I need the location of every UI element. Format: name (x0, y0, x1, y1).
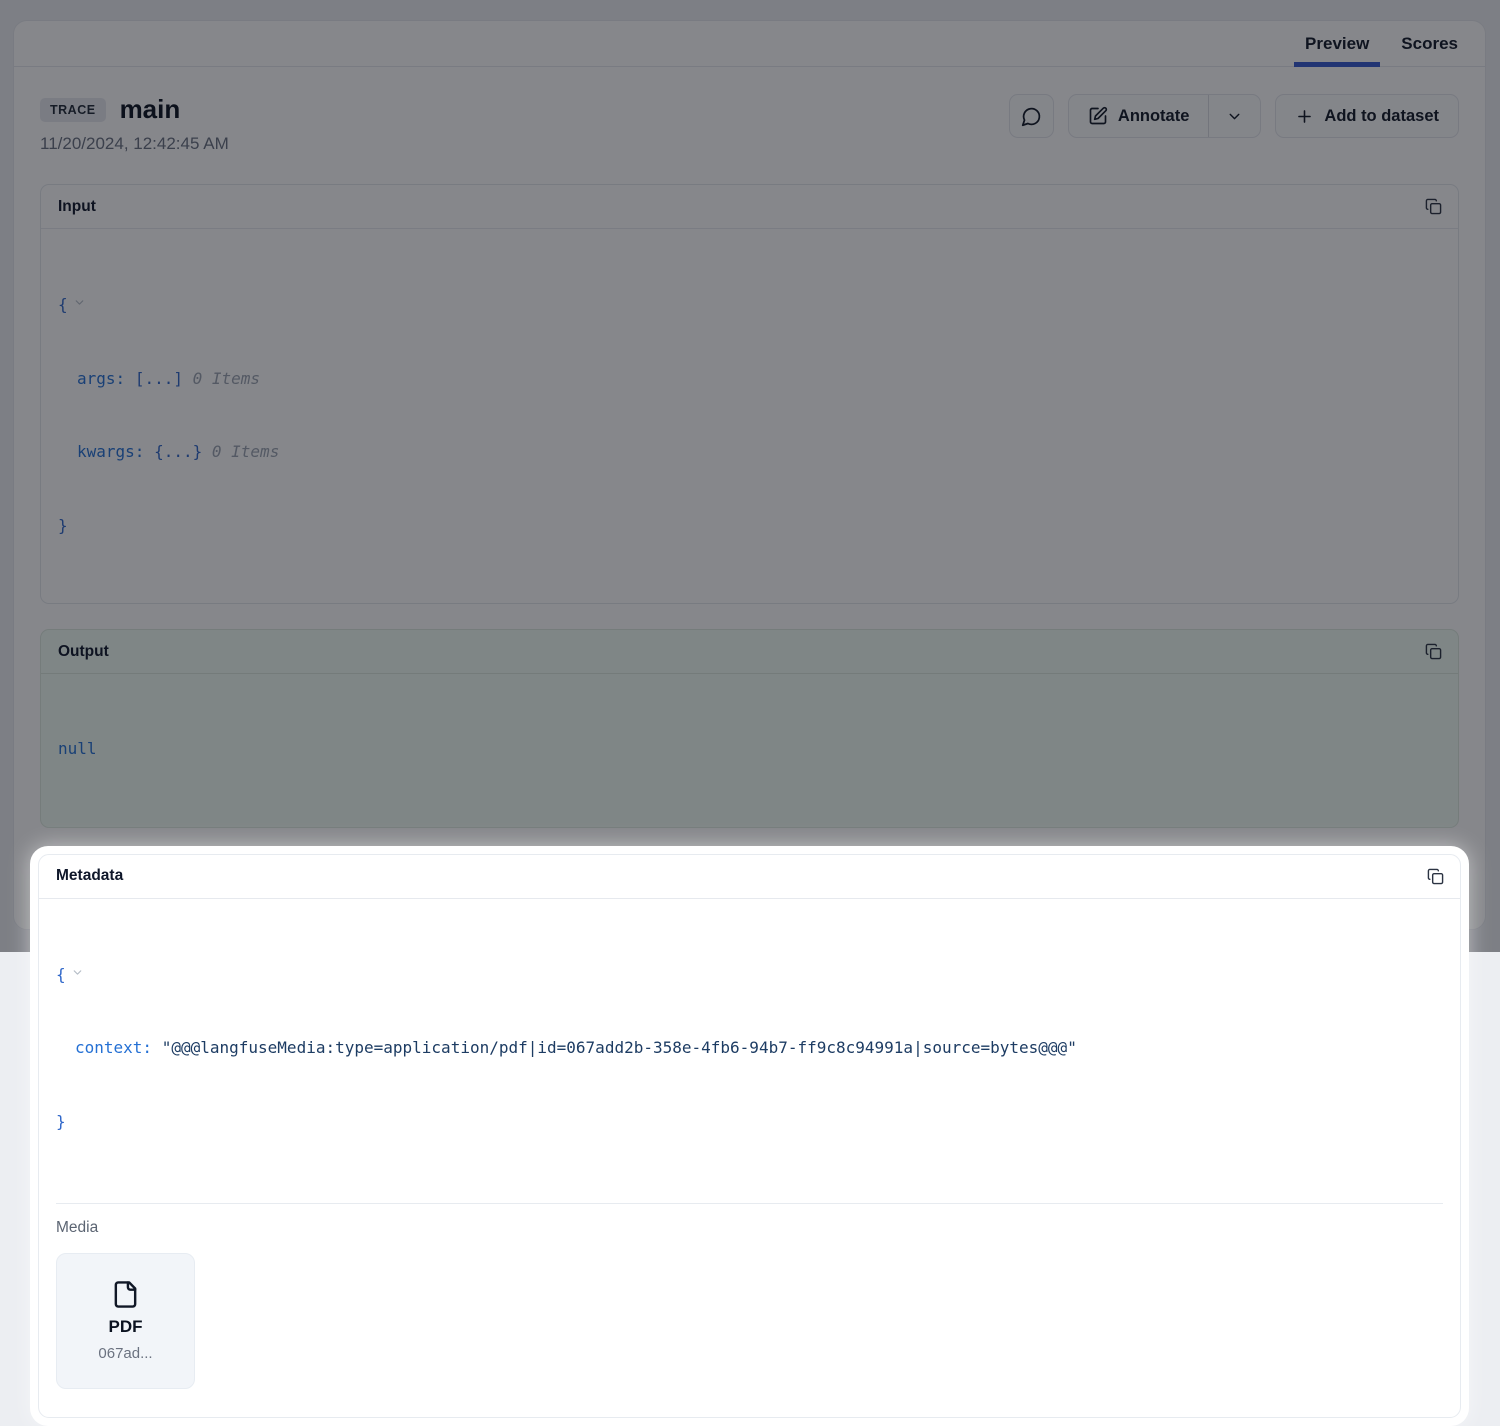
collapse-chevron-icon[interactable] (71, 964, 84, 983)
trace-actions: Annotate Add to dataset (1009, 94, 1459, 138)
output-null-value: null (58, 739, 97, 758)
annotate-dropdown-button[interactable] (1209, 95, 1260, 137)
input-header: Input (41, 185, 1458, 229)
copy-input-button[interactable] (1423, 196, 1444, 217)
output-json-viewer: null (41, 674, 1458, 827)
chevron-down-icon (1226, 108, 1243, 125)
tab-bar: Preview Scores (14, 21, 1485, 67)
copy-metadata-button[interactable] (1425, 866, 1446, 887)
input-json-viewer: { args: [...] 0 Items kwargs: {...} 0 It… (41, 229, 1458, 603)
tab-scores[interactable]: Scores (1390, 21, 1469, 66)
media-file-id: 067ad... (98, 1345, 152, 1362)
media-file-card[interactable]: PDF 067ad... (56, 1253, 195, 1389)
plus-icon (1295, 107, 1314, 126)
add-to-dataset-label: Add to dataset (1324, 107, 1439, 126)
metadata-spotlight: Metadata { context: "@@@langfuseMedia:ty… (30, 846, 1469, 1426)
json-line: } (56, 1110, 1443, 1135)
json-line: null (58, 737, 1441, 762)
tab-scores-label: Scores (1401, 34, 1458, 54)
trace-detail-panel: Preview Scores TRACE main 11/20/2024, 12… (13, 20, 1486, 930)
metadata-json-viewer: { context: "@@@langfuseMedia:type=applic… (39, 899, 1460, 1200)
metadata-title: Metadata (56, 867, 123, 885)
collapse-chevron-icon[interactable] (73, 294, 86, 313)
trace-type-badge: TRACE (40, 98, 106, 122)
json-line: args: [...] 0 Items (58, 367, 1441, 392)
copy-icon (1427, 868, 1444, 885)
media-file-type: PDF (109, 1317, 143, 1337)
metadata-context-value: "@@@langfuseMedia:type=application/pdf|i… (162, 1038, 1077, 1057)
trace-title: main (120, 94, 181, 125)
copy-icon (1425, 643, 1442, 660)
input-section: Input { args: [...] 0 Items kwargs: {...… (40, 184, 1459, 604)
json-line: kwargs: {...} 0 Items (58, 440, 1441, 465)
metadata-header: Metadata (39, 855, 1460, 899)
file-icon (111, 1280, 140, 1309)
trace-timestamp: 11/20/2024, 12:42:45 AM (40, 134, 229, 154)
media-label: Media (56, 1219, 1443, 1237)
annotate-label: Annotate (1118, 107, 1190, 126)
tab-preview[interactable]: Preview (1294, 21, 1380, 66)
output-section: Output null (40, 629, 1459, 828)
output-title: Output (58, 643, 109, 661)
json-line: { (58, 292, 1441, 318)
trace-header: TRACE main 11/20/2024, 12:42:45 AM Annot… (40, 94, 1459, 154)
add-to-dataset-button[interactable]: Add to dataset (1275, 94, 1459, 138)
comment-icon (1021, 106, 1042, 127)
annotate-button[interactable]: Annotate (1069, 95, 1209, 137)
json-line: } (58, 514, 1441, 539)
tab-preview-label: Preview (1305, 34, 1369, 54)
copy-icon (1425, 198, 1442, 215)
json-line: context: "@@@langfuseMedia:type=applicat… (56, 1036, 1443, 1061)
annotate-pen-icon (1088, 106, 1108, 126)
metadata-section: Metadata { context: "@@@langfuseMedia:ty… (38, 854, 1461, 1419)
annotate-split-button: Annotate (1068, 94, 1262, 138)
media-section: Media PDF 067ad... (56, 1203, 1443, 1417)
comment-button[interactable] (1009, 94, 1054, 138)
json-line: { (56, 962, 1443, 988)
copy-output-button[interactable] (1423, 641, 1444, 662)
output-header: Output (41, 630, 1458, 674)
input-title: Input (58, 198, 96, 216)
